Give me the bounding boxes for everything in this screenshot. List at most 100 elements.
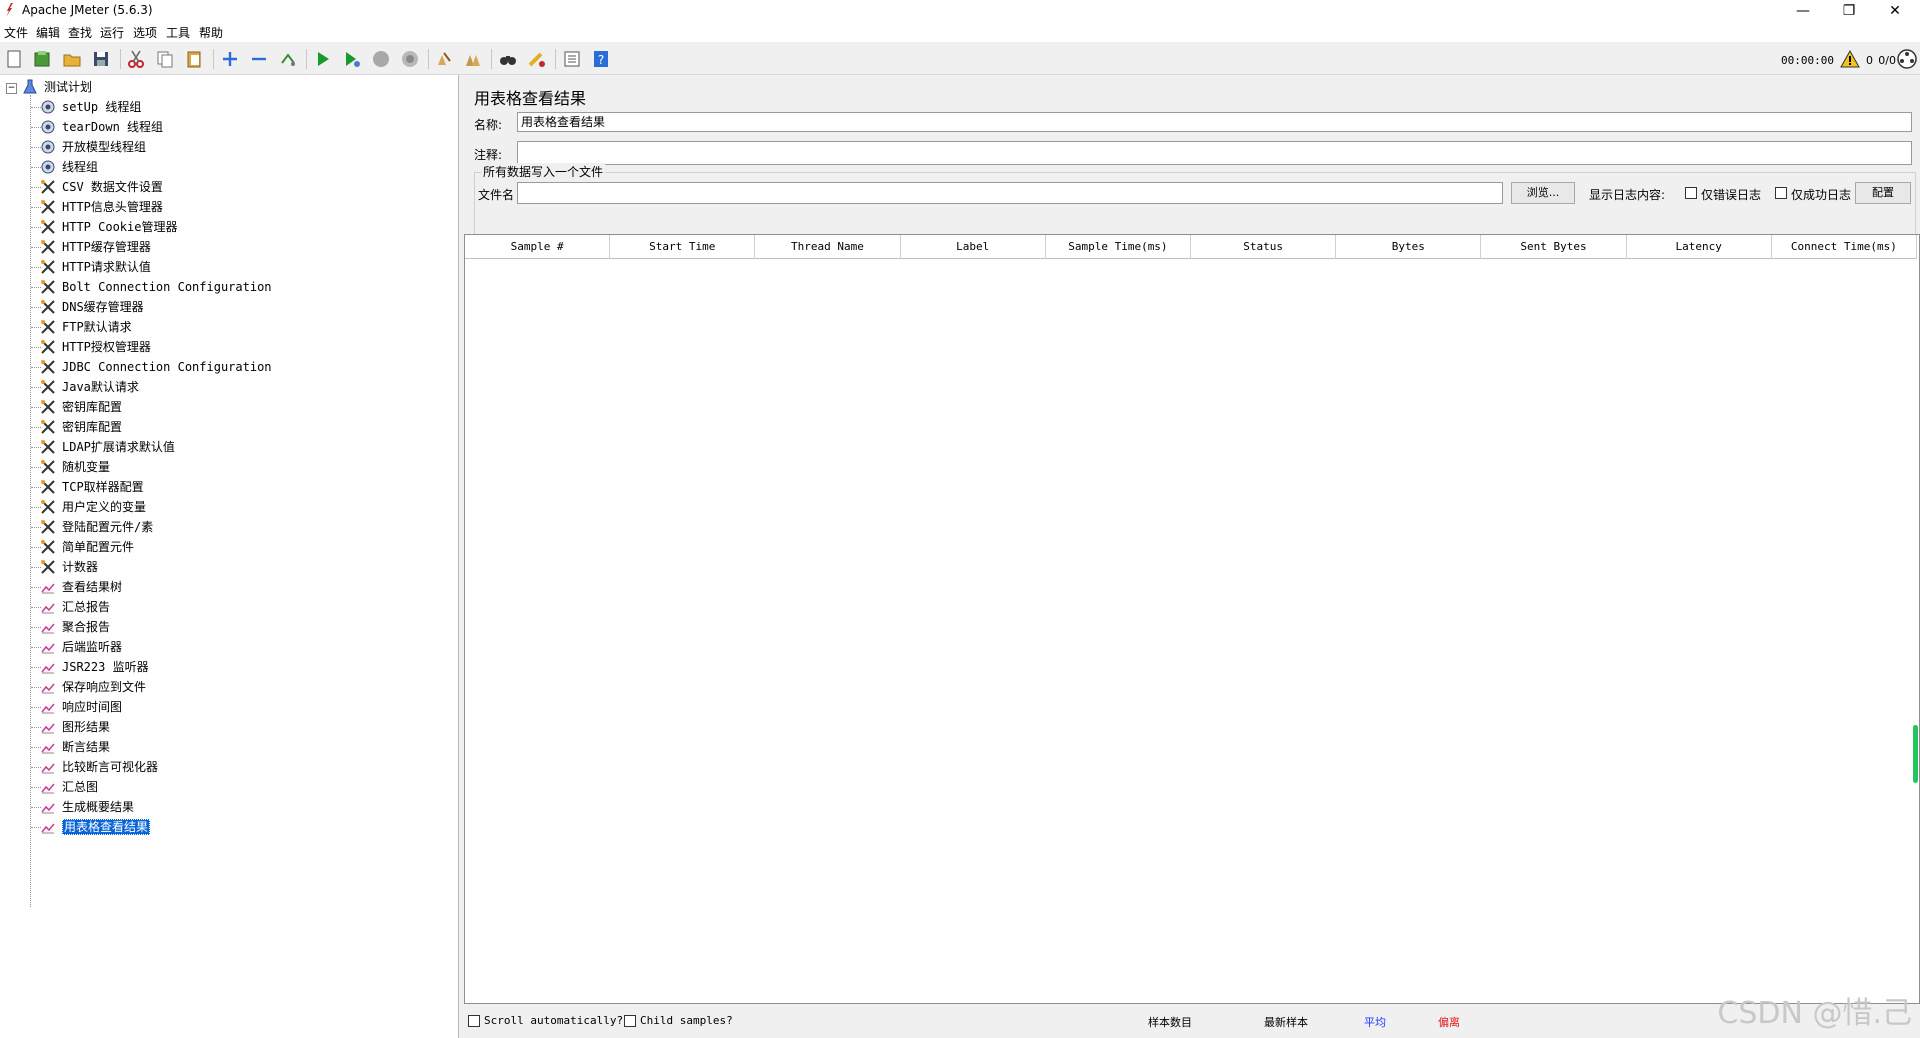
tree-node-label: 密钥库配置 — [62, 420, 123, 434]
config-element-icon — [41, 220, 55, 234]
warning-icon[interactable] — [1840, 49, 1860, 69]
comment-field[interactable] — [517, 141, 1912, 165]
help-icon[interactable]: ? — [589, 47, 613, 71]
collapse-toggle[interactable]: − — [6, 83, 17, 94]
shutdown-icon[interactable] — [398, 47, 422, 71]
menu-options[interactable]: 选项 — [131, 24, 159, 41]
tree-node-label: tearDown 线程组 — [62, 120, 164, 134]
collapse-all-icon[interactable] — [247, 47, 271, 71]
tree-node[interactable]: 线程组 — [41, 157, 98, 177]
tree-node[interactable]: JDBC Connection Configuration — [41, 357, 272, 377]
filename-field[interactable] — [517, 182, 1503, 204]
column-header[interactable]: Thread Name — [755, 235, 901, 259]
tree-node[interactable]: 查看结果树 — [41, 577, 122, 597]
column-header[interactable]: Sample Time(ms) — [1045, 235, 1191, 259]
tree-node[interactable]: 密钥库配置 — [41, 397, 122, 417]
stop-icon[interactable] — [369, 47, 393, 71]
config-element-icon — [41, 400, 55, 414]
reset-search-icon[interactable] — [525, 47, 549, 71]
tree-node[interactable]: Bolt Connection Configuration — [41, 277, 272, 297]
restore-button[interactable]: ❐ — [1826, 0, 1872, 22]
new-icon[interactable] — [2, 47, 26, 71]
tree-node[interactable]: HTTP信息头管理器 — [41, 197, 163, 217]
tree-node[interactable]: 后端监听器 — [41, 637, 122, 657]
column-header[interactable]: Sent Bytes — [1481, 235, 1627, 259]
column-header[interactable]: Bytes — [1336, 235, 1482, 259]
column-header[interactable]: Start Time — [610, 235, 756, 259]
function-helper-icon[interactable] — [560, 47, 584, 71]
tree-node[interactable]: HTTP Cookie管理器 — [41, 217, 178, 237]
paste-icon[interactable] — [182, 47, 206, 71]
start-no-pauses-icon[interactable] — [340, 47, 364, 71]
column-header[interactable]: Latency — [1626, 235, 1772, 259]
tree-node[interactable]: 汇总图 — [41, 777, 98, 797]
tree-node[interactable]: 登陆配置元件/素 — [41, 517, 153, 537]
column-header[interactable]: Connect Time(ms) — [1771, 235, 1917, 259]
column-header[interactable]: Status — [1191, 235, 1337, 259]
tree-node[interactable]: HTTP授权管理器 — [41, 337, 151, 357]
tree-connector — [30, 95, 31, 907]
expand-all-icon[interactable] — [218, 47, 242, 71]
tree-node[interactable]: DNS缓存管理器 — [41, 297, 144, 317]
scroll-auto-checkbox[interactable] — [468, 1015, 480, 1027]
tree-node[interactable]: tearDown 线程组 — [41, 117, 164, 137]
clear-all-icon[interactable] — [461, 47, 485, 71]
name-field[interactable]: 用表格查看结果 — [517, 112, 1912, 132]
listener-icon — [41, 663, 55, 674]
column-header[interactable]: Sample # — [465, 235, 611, 259]
column-header[interactable]: Label — [900, 235, 1046, 259]
search-binoculars-icon[interactable] — [496, 47, 520, 71]
start-icon[interactable] — [311, 47, 335, 71]
tree-root-label[interactable]: 测试计划 — [44, 78, 92, 95]
tree-node[interactable]: FTP默认请求 — [41, 317, 132, 337]
tree-node-label: 开放模型线程组 — [62, 140, 147, 154]
open-icon[interactable] — [60, 47, 84, 71]
toggle-icon[interactable] — [276, 47, 300, 71]
tree-node[interactable]: 响应时间图 — [41, 697, 122, 717]
tree-node[interactable]: 简单配置元件 — [41, 537, 134, 557]
tree-node[interactable]: 密钥库配置 — [41, 417, 123, 437]
minimize-button[interactable]: — — [1780, 0, 1826, 22]
tree-node[interactable]: LDAP扩展请求默认值 — [41, 437, 175, 457]
tree-node[interactable]: 保存响应到文件 — [41, 677, 146, 697]
results-table[interactable]: Sample # Start Time Thread Name Label Sample… — [464, 234, 1920, 1004]
browse-button[interactable]: 浏览... — [1511, 182, 1575, 204]
tree-node[interactable]: setUp 线程组 — [41, 97, 141, 117]
tree-node[interactable]: 用户定义的变量 — [41, 497, 146, 517]
tree-node[interactable]: 比较断言可视化器 — [41, 757, 158, 777]
tree-node[interactable]: 用表格查看结果 — [41, 817, 151, 837]
clear-icon[interactable] — [432, 47, 456, 71]
cut-icon[interactable] — [124, 47, 148, 71]
templates-icon[interactable] — [30, 47, 54, 71]
tree-node[interactable]: HTTP请求默认值 — [41, 257, 151, 277]
tree-node[interactable]: Java默认请求 — [41, 377, 139, 397]
tree-node[interactable]: 随机变量 — [41, 457, 110, 477]
tree-node[interactable]: JSR223 监听器 — [41, 657, 149, 677]
tree-node[interactable]: TCP取样器配置 — [41, 477, 144, 497]
tree-node[interactable]: 开放模型线程组 — [41, 137, 147, 157]
tree-node[interactable]: 聚合报告 — [41, 617, 110, 637]
tree-node[interactable]: 生成概要结果 — [41, 797, 134, 817]
menu-tools[interactable]: 工具 — [164, 24, 192, 41]
menu-run[interactable]: 运行 — [98, 24, 126, 41]
copy-icon[interactable] — [153, 47, 177, 71]
errors-only-checkbox[interactable] — [1685, 187, 1697, 199]
configure-button[interactable]: 配置 — [1855, 182, 1911, 204]
success-only-checkbox[interactable] — [1775, 187, 1787, 199]
tree-node-label: HTTP Cookie管理器 — [62, 220, 178, 234]
thread-group-icon — [41, 100, 55, 114]
menu-file[interactable]: 文件 — [2, 24, 30, 41]
scroll-indicator[interactable] — [1913, 725, 1918, 783]
menu-search[interactable]: 查找 — [66, 24, 94, 41]
child-samples-checkbox[interactable] — [624, 1015, 636, 1027]
tree-node[interactable]: 图形结果 — [41, 717, 110, 737]
save-icon[interactable] — [89, 47, 113, 71]
menu-help[interactable]: 帮助 — [197, 24, 225, 41]
menu-edit[interactable]: 编辑 — [34, 24, 62, 41]
tree-node[interactable]: 计数器 — [41, 557, 98, 577]
tree-node[interactable]: 断言结果 — [41, 737, 110, 757]
tree-node[interactable]: CSV 数据文件设置 — [41, 177, 163, 197]
tree-node[interactable]: 汇总报告 — [41, 597, 110, 617]
tree-node[interactable]: HTTP缓存管理器 — [41, 237, 151, 257]
close-button[interactable]: ✕ — [1872, 0, 1918, 22]
